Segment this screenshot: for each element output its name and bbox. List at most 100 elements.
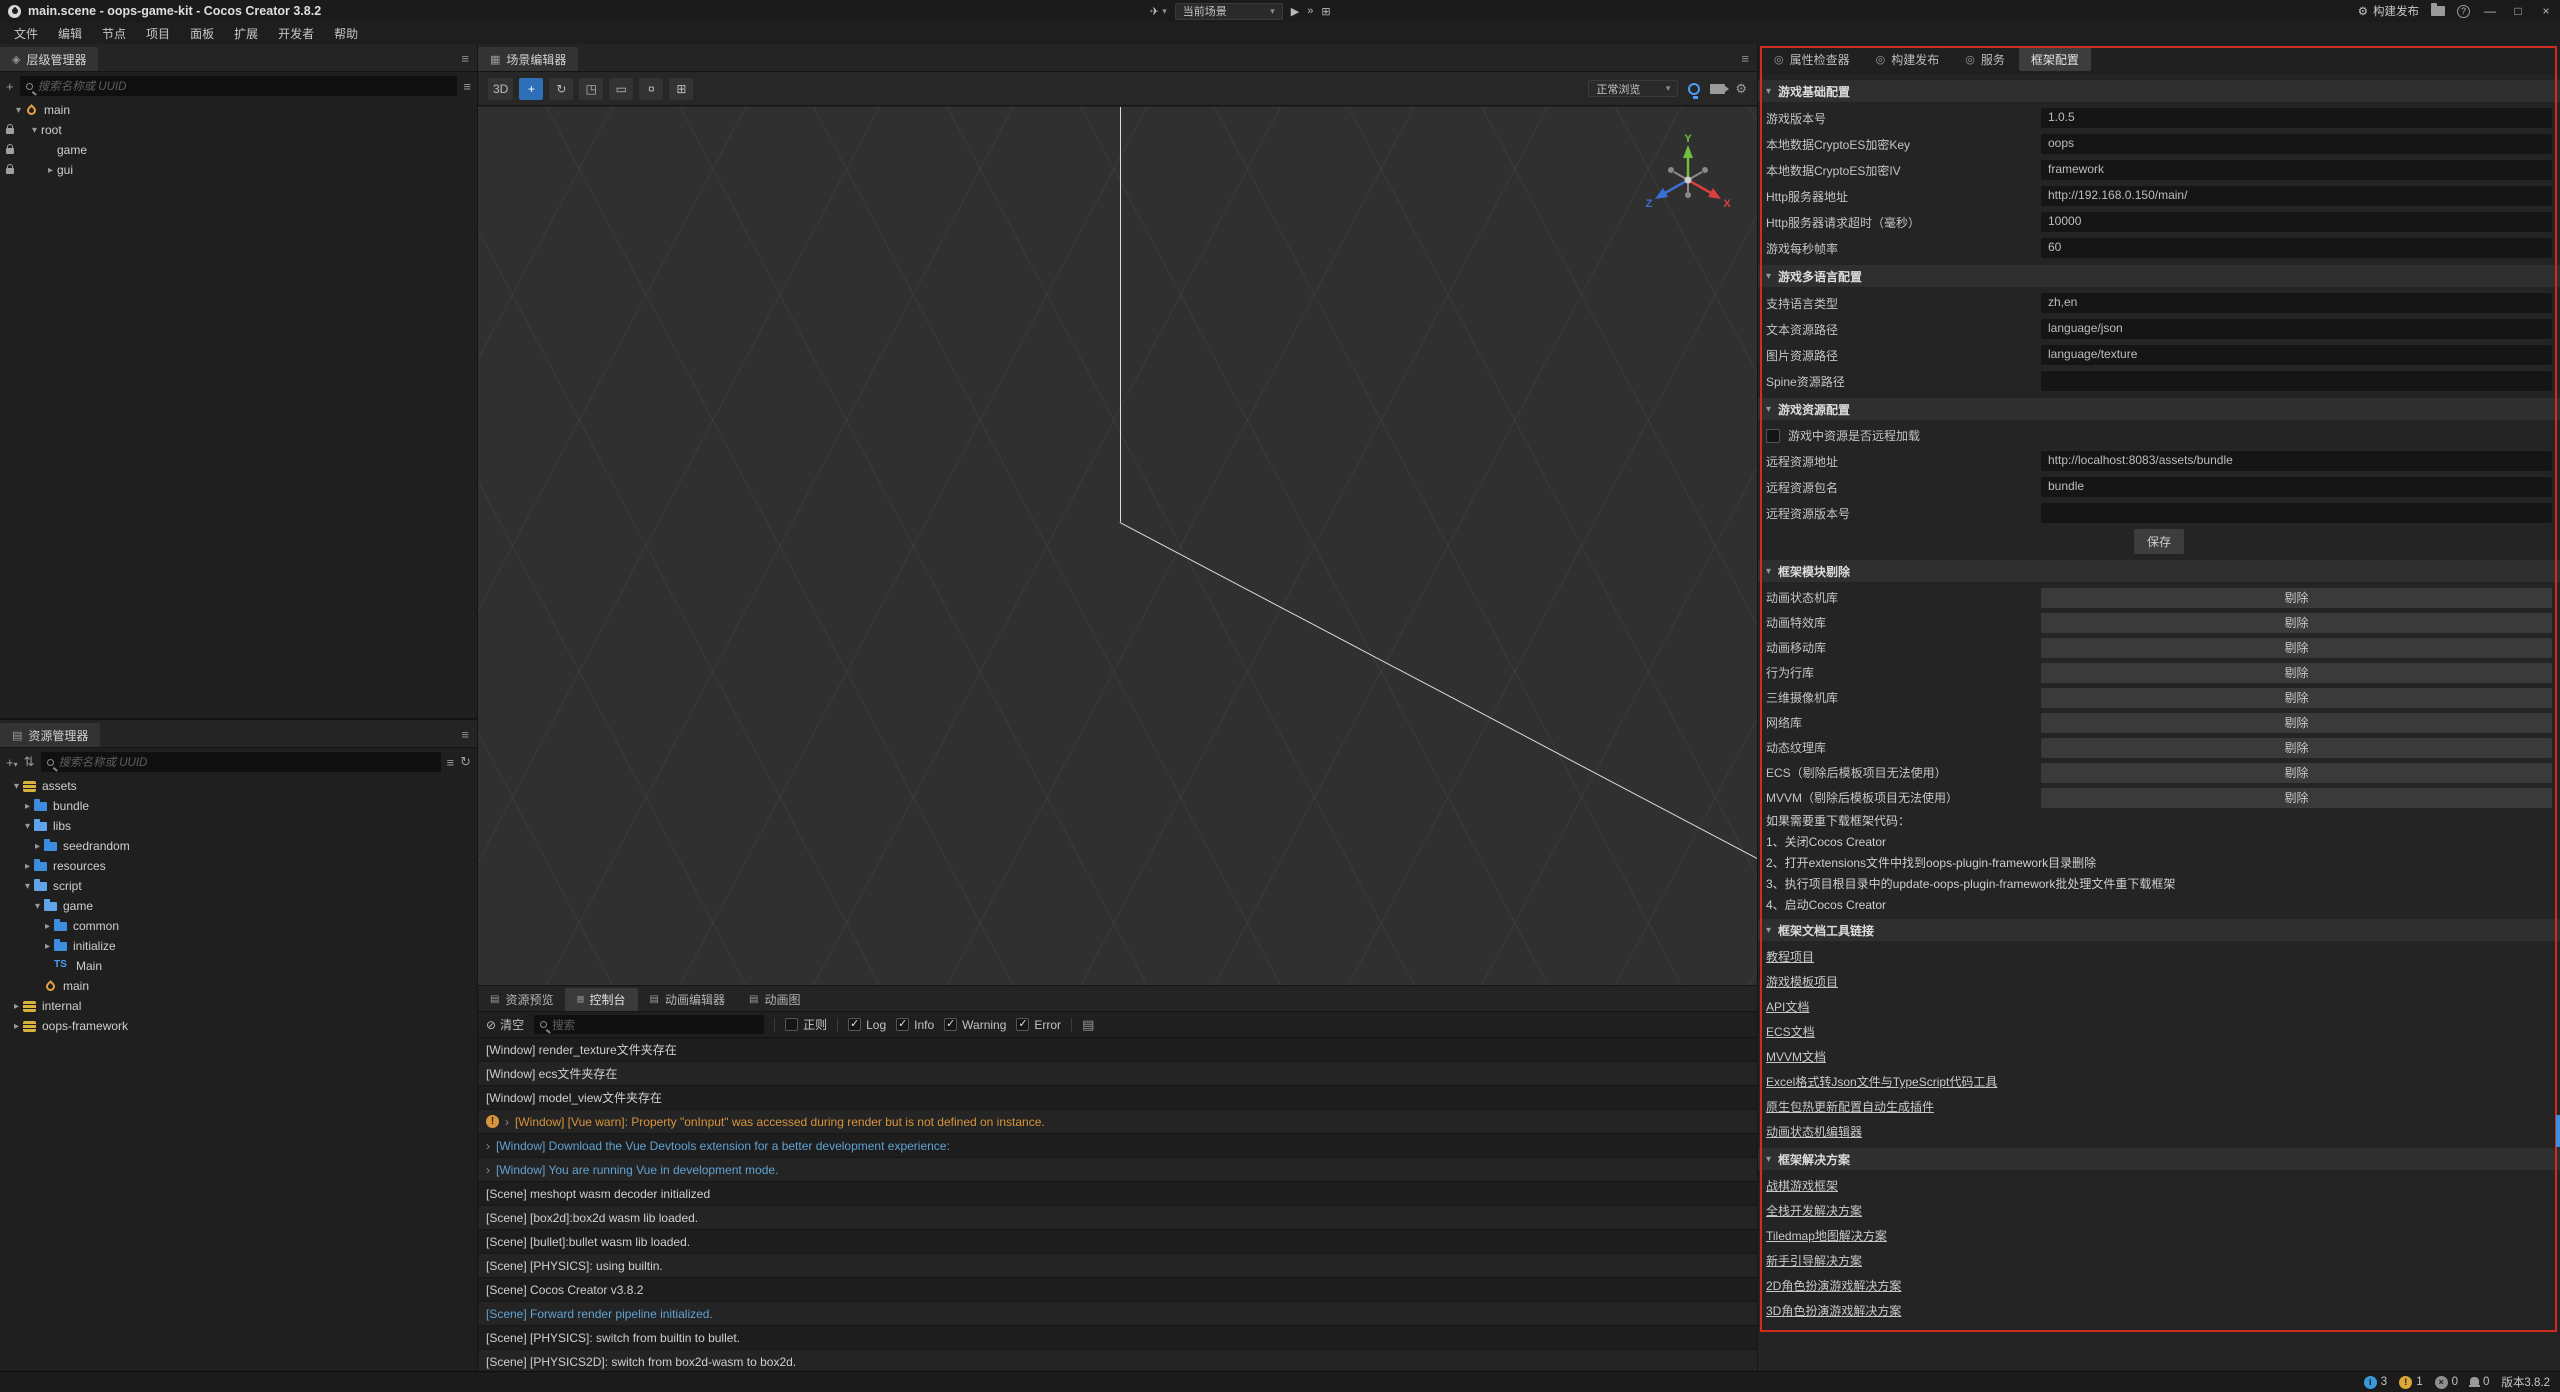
- doc-link[interactable]: 教程项目: [1766, 944, 2552, 969]
- doc-link[interactable]: ECS文档: [1766, 1019, 2552, 1044]
- gear-icon[interactable]: ⚙: [1735, 81, 1747, 97]
- section-game-basic[interactable]: ▾游戏基础配置: [1758, 80, 2560, 102]
- field-value-input[interactable]: [2041, 503, 2552, 523]
- create-node-button[interactable]: +: [6, 79, 14, 94]
- solution-link[interactable]: Tiledmap地图解决方案: [1766, 1223, 2552, 1248]
- tab-assets[interactable]: ▤资源管理器: [0, 723, 100, 747]
- trim-module-button[interactable]: 剔除: [2041, 688, 2552, 708]
- inspector-tab[interactable]: ◎ 属性检查器: [1762, 47, 1862, 71]
- preview-platform-button[interactable]: ✈▾: [1150, 5, 1167, 18]
- anchor-tool-button[interactable]: ¤: [639, 78, 663, 100]
- solution-link[interactable]: 新手引导解决方案: [1766, 1248, 2552, 1273]
- section-doc-links[interactable]: ▾框架文档工具链接: [1758, 919, 2560, 941]
- step-button[interactable]: »: [1307, 5, 1313, 17]
- create-asset-button[interactable]: +▾: [6, 755, 18, 770]
- asset-node[interactable]: Main: [0, 956, 477, 976]
- expand-arrow-icon[interactable]: [21, 801, 34, 812]
- console-message-row[interactable]: ! › [Scene] [box2d]:box2d wasm lib loade…: [478, 1206, 1757, 1230]
- menu-item[interactable]: 扩展: [224, 25, 268, 42]
- field-value-input[interactable]: language/texture: [2041, 345, 2552, 365]
- section-game-language[interactable]: ▾游戏多语言配置: [1758, 265, 2560, 287]
- panel-menu-icon[interactable]: ≡: [461, 727, 469, 742]
- doc-link[interactable]: Excel格式转Json文件与TypeScript代码工具: [1766, 1069, 2552, 1094]
- rect-tool-button[interactable]: ▭: [609, 78, 633, 100]
- hierarchy-node[interactable]: main: [0, 100, 477, 120]
- scene-viewport[interactable]: Y X Z: [478, 107, 1757, 985]
- play-button[interactable]: ▶: [1291, 5, 1299, 18]
- sort-icon[interactable]: ⇅: [24, 754, 35, 770]
- trim-module-button[interactable]: 剔除: [2041, 738, 2552, 758]
- solution-link[interactable]: 战棋游戏框架: [1766, 1173, 2552, 1198]
- trim-module-button[interactable]: 剔除: [2041, 788, 2552, 808]
- asset-node[interactable]: common: [0, 916, 477, 936]
- info-status-icon[interactable]: i: [2364, 1376, 2377, 1389]
- section-solutions[interactable]: ▾框架解决方案: [1758, 1148, 2560, 1170]
- remote-load-checkbox[interactable]: 游戏中资源是否远程加载: [1766, 423, 2552, 448]
- expand-arrow-icon[interactable]: [12, 105, 25, 116]
- solution-link[interactable]: 3D角色扮演游戏解决方案: [1766, 1298, 2552, 1323]
- console-message-row[interactable]: ! › [Scene] Forward render pipeline init…: [478, 1302, 1757, 1326]
- trim-module-button[interactable]: 剔除: [2041, 613, 2552, 633]
- menu-item[interactable]: 文件: [4, 25, 48, 42]
- console-search-input[interactable]: 搜索: [534, 1015, 764, 1034]
- asset-node[interactable]: internal: [0, 996, 477, 1016]
- doc-link[interactable]: API文档: [1766, 994, 2552, 1019]
- console-message-row[interactable]: ! › [Scene] Cocos Creator v3.8.2: [478, 1278, 1757, 1302]
- help-icon[interactable]: ?: [2457, 5, 2470, 18]
- asset-node[interactable]: resources: [0, 856, 477, 876]
- field-value-input[interactable]: [2041, 371, 2552, 391]
- tab-scene-editor[interactable]: ▦场景编辑器: [478, 47, 578, 71]
- filter-checkbox[interactable]: Warning: [944, 1018, 1006, 1032]
- light-toggle-icon[interactable]: [1688, 83, 1700, 95]
- expand-arrow-icon[interactable]: [10, 1021, 23, 1032]
- expand-arrow-icon[interactable]: ›: [486, 1139, 490, 1153]
- warning-status-icon[interactable]: !: [2399, 1376, 2412, 1389]
- field-value-input[interactable]: framework: [2041, 160, 2552, 180]
- build-publish-button[interactable]: ⚙构建发布: [2358, 3, 2419, 19]
- expand-arrow-icon[interactable]: [44, 165, 57, 176]
- open-project-folder-icon[interactable]: [2431, 6, 2445, 16]
- trim-module-button[interactable]: 剔除: [2041, 638, 2552, 658]
- section-module-trim[interactable]: ▾框架模块剔除: [1758, 560, 2560, 582]
- console-message-row[interactable]: ! › [Scene] meshopt wasm decoder initial…: [478, 1182, 1757, 1206]
- panel-menu-icon[interactable]: ≡: [1741, 51, 1749, 66]
- view-mode-select[interactable]: 正常浏览▾: [1588, 80, 1678, 97]
- menu-item[interactable]: 面板: [180, 25, 224, 42]
- asset-node[interactable]: seedrandom: [0, 836, 477, 856]
- console-message-row[interactable]: ! › [Window] [Vue warn]: Property "onInp…: [478, 1110, 1757, 1134]
- console-tab[interactable]: ▤ 资源预览: [478, 988, 565, 1011]
- maximize-button[interactable]: □: [2510, 4, 2526, 18]
- solution-link[interactable]: 2D角色扮演游戏解决方案: [1766, 1273, 2552, 1298]
- console-message-row[interactable]: ! › [Window] Download the Vue Devtools e…: [478, 1134, 1757, 1158]
- console-message-row[interactable]: ! › [Scene] [bullet]:bullet wasm lib loa…: [478, 1230, 1757, 1254]
- filter-checkbox[interactable]: Error: [1016, 1018, 1061, 1032]
- console-tab[interactable]: ▤ 动画图: [737, 988, 812, 1011]
- field-value-input[interactable]: 10000: [2041, 212, 2552, 232]
- expand-arrow-icon[interactable]: [21, 821, 34, 832]
- console-message-row[interactable]: ! › [Scene] [PHYSICS2D]: switch from box…: [478, 1350, 1757, 1371]
- console-message-row[interactable]: ! › [Window] ecs文件夹存在: [478, 1062, 1757, 1086]
- doc-link[interactable]: 动画状态机编辑器: [1766, 1119, 2552, 1144]
- refresh-icon[interactable]: ↻: [460, 754, 471, 770]
- console-message-row[interactable]: ! › [Scene] [PHYSICS]: using builtin.: [478, 1254, 1757, 1278]
- menu-item[interactable]: 节点: [92, 25, 136, 42]
- section-game-resources[interactable]: ▾游戏资源配置: [1758, 398, 2560, 420]
- asset-node[interactable]: libs: [0, 816, 477, 836]
- rotate-tool-button[interactable]: ↻: [549, 78, 573, 100]
- menu-item[interactable]: 帮助: [324, 25, 368, 42]
- expand-arrow-icon[interactable]: ›: [486, 1163, 490, 1177]
- orientation-gizmo[interactable]: Y X Z: [1643, 132, 1733, 222]
- camera-icon[interactable]: [1710, 84, 1725, 94]
- console-message-row[interactable]: ! › [Window] render_texture文件夹存在: [478, 1038, 1757, 1062]
- assets-search-input[interactable]: 搜索名称或 UUID: [41, 752, 441, 772]
- expand-arrow-icon[interactable]: [28, 125, 41, 136]
- filter-checkbox[interactable]: Log: [848, 1018, 886, 1032]
- error-status-icon[interactable]: ×: [2435, 1376, 2448, 1389]
- field-value-input[interactable]: 1.0.5: [2041, 108, 2552, 128]
- trim-module-button[interactable]: 剔除: [2041, 588, 2552, 608]
- console-message-row[interactable]: ! › [Scene] [PHYSICS]: switch from built…: [478, 1326, 1757, 1350]
- expand-arrow-icon[interactable]: ›: [505, 1115, 509, 1129]
- expand-arrow-icon[interactable]: [21, 881, 34, 892]
- pivot-space-button[interactable]: ⊞: [669, 78, 693, 100]
- trim-module-button[interactable]: 剔除: [2041, 713, 2552, 733]
